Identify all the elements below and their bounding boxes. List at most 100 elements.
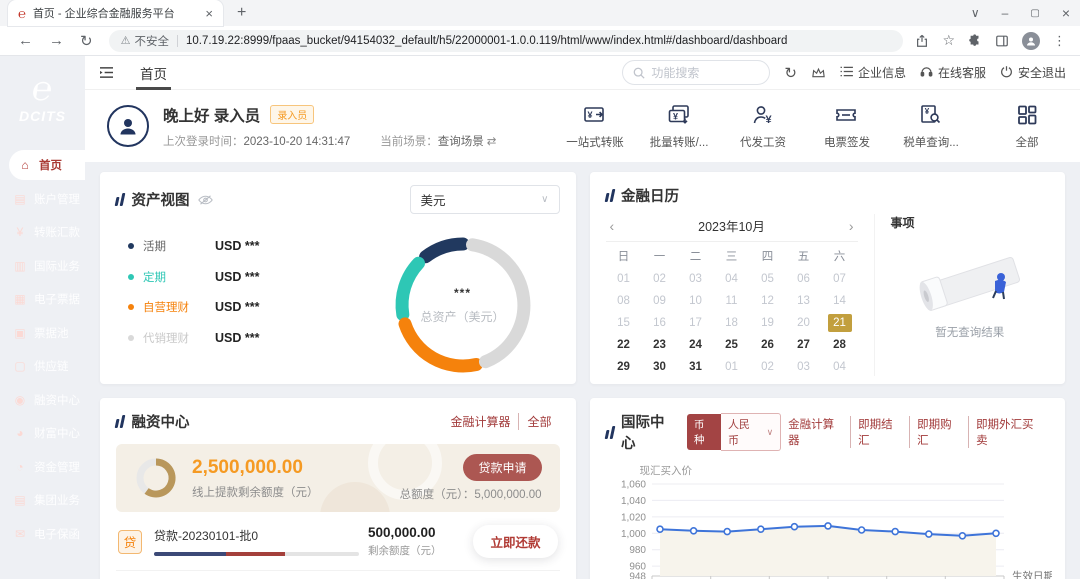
calendar-prev-icon[interactable]: ‹ <box>610 218 630 234</box>
calendar-day[interactable]: 01 <box>714 358 750 376</box>
collapse-sidebar-icon[interactable] <box>99 66 114 79</box>
calendar-day[interactable]: 07 <box>822 270 858 288</box>
calendar-day[interactable]: 02 <box>642 270 678 288</box>
calendar-day[interactable]: 13 <box>786 292 822 310</box>
sidebar-item-e-bill[interactable]: ▦电子票据 <box>0 284 85 314</box>
page-tab-home[interactable]: 首页 <box>140 56 167 90</box>
divider <box>116 570 560 571</box>
loan-apply-button[interactable]: 贷款申请 <box>463 454 541 481</box>
quick-action-all[interactable]: 全部 <box>996 103 1058 150</box>
calendar-day[interactable]: 29 <box>606 358 642 376</box>
calendar-day[interactable]: 06 <box>786 270 822 288</box>
intl-link[interactable]: 即期结汇 <box>850 416 909 448</box>
eye-off-icon[interactable] <box>198 194 213 206</box>
quick-action-e-draft-issue[interactable]: 电票签发 <box>816 103 878 150</box>
sidebar-item-account-management[interactable]: ▤账户管理 <box>0 184 85 214</box>
back-icon[interactable]: ← <box>18 32 33 49</box>
calendar-day[interactable]: 10 <box>678 292 714 310</box>
not-secure-warning-icon: ⚠ <box>121 34 131 47</box>
sidebar-item-international-business[interactable]: ▥国际业务 <box>0 251 85 281</box>
calendar-day[interactable]: 02 <box>750 358 786 376</box>
scene-swap-icon[interactable]: ⇄ <box>487 136 497 148</box>
calendar-day[interactable]: 25 <box>714 336 750 354</box>
sidebar-item-home[interactable]: ⌂首页 <box>9 150 85 180</box>
calendar-day[interactable]: 28 <box>822 336 858 354</box>
sidebar-item-supply-chain[interactable]: ▢供应链 <box>0 351 85 381</box>
window-close-button[interactable]: × <box>1062 5 1070 21</box>
currency-type-select[interactable]: 币种 人民币 ∨ <box>687 413 781 451</box>
calendar-day[interactable]: 20 <box>786 314 822 332</box>
chrome-menu-icon[interactable]: ⋮ <box>1053 33 1066 49</box>
quick-action-one-stop-transfer[interactable]: ¥一站式转账 <box>564 103 626 150</box>
share-icon[interactable] <box>915 34 929 48</box>
refresh-icon[interactable]: ↻ <box>784 64 797 82</box>
window-minimize-button[interactable]: – <box>1002 6 1009 20</box>
online-service-link[interactable]: 在线客服 <box>920 64 986 81</box>
calendar-day[interactable]: 22 <box>606 336 642 354</box>
calendar-day[interactable]: 05 <box>750 270 786 288</box>
side-panel-icon[interactable] <box>995 34 1009 48</box>
bookmark-star-icon[interactable]: ☆ <box>942 32 955 49</box>
calendar-day[interactable]: 18 <box>714 314 750 332</box>
calendar-day[interactable]: 26 <box>750 336 786 354</box>
calendar-day[interactable]: 27 <box>786 336 822 354</box>
safe-exit-link[interactable]: 安全退出 <box>1000 64 1066 81</box>
calendar-day[interactable]: 30 <box>642 358 678 376</box>
financing-link[interactable]: 金融计算器 <box>442 413 518 430</box>
forward-icon[interactable]: → <box>49 32 64 49</box>
calendar-day[interactable]: 23 <box>642 336 678 354</box>
calendar-day[interactable]: 15 <box>606 314 642 332</box>
address-bar[interactable]: ⚠ 不安全 10.7.19.22:8999/fpaas_bucket/94154… <box>109 30 904 52</box>
user-avatar[interactable] <box>107 105 149 147</box>
calendar-day[interactable]: 14 <box>822 292 858 310</box>
enterprise-info-link[interactable]: 企业信息 <box>840 64 906 81</box>
browser-tab[interactable]: ℮ 首页 - 企业综合金融服务平台 × <box>8 0 223 26</box>
sidebar-item-fund-management[interactable]: ◔资金管理 <box>0 452 85 482</box>
calendar-day[interactable]: 21 <box>828 314 852 332</box>
calendar-next-icon[interactable]: › <box>834 218 854 234</box>
currency-select[interactable]: 美元 ∨ <box>410 185 560 214</box>
calendar-day[interactable]: 03 <box>678 270 714 288</box>
window-chevron-icon[interactable]: ∨ <box>971 6 980 20</box>
repay-now-button[interactable]: 立即还款 <box>473 525 557 558</box>
browser-profile-avatar[interactable] <box>1022 32 1040 50</box>
calendar-day[interactable]: 04 <box>714 270 750 288</box>
tab-close-icon[interactable]: × <box>205 6 213 21</box>
calendar-day[interactable]: 31 <box>678 358 714 376</box>
new-tab-button[interactable]: + <box>237 4 246 22</box>
calendar-day[interactable]: 09 <box>642 292 678 310</box>
calendar-day[interactable]: 08 <box>606 292 642 310</box>
function-search-input[interactable]: 功能搜索 <box>622 60 770 85</box>
reload-icon[interactable]: ↻ <box>80 32 93 50</box>
calendar-day[interactable]: 03 <box>786 358 822 376</box>
intl-link[interactable]: 金融计算器 <box>781 416 850 448</box>
financing-link[interactable]: 全部 <box>518 413 559 430</box>
quick-action-batch-transfer[interactable]: ¥批量转账/... <box>648 103 710 150</box>
intl-link[interactable]: 即期外汇买卖 <box>968 416 1049 448</box>
e-guarantee-icon: ✉ <box>13 527 27 541</box>
calendar-day[interactable]: 11 <box>714 292 750 310</box>
sidebar-item-label: 转账汇款 <box>34 224 80 240</box>
intl-link[interactable]: 即期购汇 <box>909 416 968 448</box>
quick-action-payroll[interactable]: ¥代发工资 <box>732 103 794 150</box>
sidebar-item-transfer-remit[interactable]: ¥转账汇款 <box>0 217 85 247</box>
role-badge: 录入员 <box>270 105 314 124</box>
calendar-day[interactable]: 01 <box>606 270 642 288</box>
calendar-day[interactable]: 12 <box>750 292 786 310</box>
sidebar-item-bill-pool[interactable]: ▣票据池 <box>0 318 85 348</box>
calendar-card-title: 金融日历 <box>621 185 679 206</box>
window-maximize-button[interactable]: ▢ <box>1030 8 1039 19</box>
sidebar-item-group-business[interactable]: ▤集团业务 <box>0 485 85 515</box>
calendar-day[interactable]: 04 <box>822 358 858 376</box>
extensions-puzzle-icon[interactable] <box>968 34 982 48</box>
quick-action-tax-receipt-query[interactable]: ¥税单查询... <box>900 103 962 150</box>
calendar-day[interactable]: 16 <box>642 314 678 332</box>
calendar-day[interactable]: 19 <box>750 314 786 332</box>
sidebar-item-financing-center[interactable]: ◉融资中心 <box>0 385 85 415</box>
calendar-day[interactable]: 17 <box>678 314 714 332</box>
sidebar-item-e-guarantee[interactable]: ✉电子保函 <box>0 519 85 549</box>
calendar-day[interactable]: 24 <box>678 336 714 354</box>
svg-text:980: 980 <box>629 545 646 556</box>
sidebar-item-wealth-center[interactable]: ◕财富中心 <box>0 418 85 448</box>
crown-icon[interactable] <box>811 66 826 79</box>
